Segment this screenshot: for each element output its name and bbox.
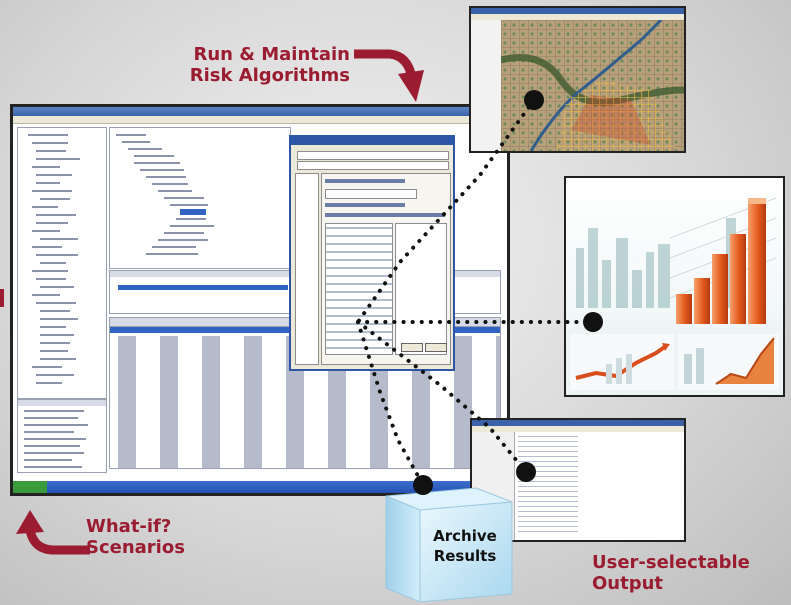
start-button[interactable]: [13, 481, 47, 493]
archive-label-line2: Results: [433, 547, 497, 565]
archive-label-line1: Archive: [433, 527, 497, 545]
archive-connector-dot: [413, 475, 433, 495]
main-app-window: [10, 104, 510, 496]
risk-map: [501, 20, 684, 151]
algorithm-dialog: [289, 135, 455, 371]
charts-output-image: [564, 176, 785, 397]
model-tree-pane: [109, 127, 291, 269]
run-maintain-label: Run & Maintain Risk Algorithms: [189, 44, 350, 86]
chart-graphics: [566, 178, 783, 395]
user-selectable-label: User-selectable Output: [592, 552, 750, 594]
left-edge-tick: [0, 289, 4, 307]
scenario-list-pane: [17, 399, 107, 473]
curved-arrow-up-icon: [16, 510, 90, 555]
output-connector-dot: [516, 462, 536, 482]
window-titlebar: [13, 107, 507, 116]
small-chart-right: [678, 334, 779, 390]
what-if-label: What-if? Scenarios: [86, 516, 185, 558]
output-tree: [518, 434, 578, 534]
tree-pane: [17, 127, 107, 399]
small-chart-left: [570, 334, 674, 390]
map-connector-dot: [524, 90, 544, 110]
risk-map-screenshot: [469, 6, 686, 153]
curved-arrow-down-icon: [354, 49, 424, 102]
charts-connector-dot: [583, 312, 603, 332]
window-menubar: [13, 116, 507, 124]
archive-results-label: Archive Results: [420, 527, 510, 571]
